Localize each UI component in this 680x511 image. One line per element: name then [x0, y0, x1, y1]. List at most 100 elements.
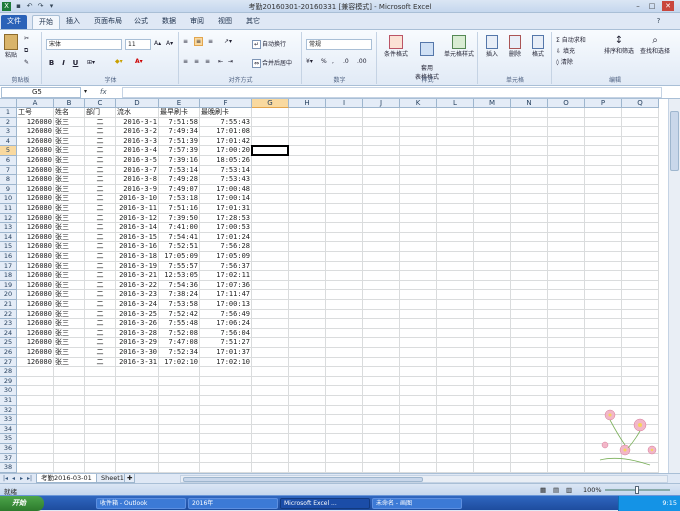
cell-a33[interactable]	[17, 415, 54, 425]
cell-d38[interactable]	[116, 463, 159, 473]
cell-f33[interactable]	[200, 415, 252, 425]
cell-h24[interactable]	[289, 329, 326, 339]
cell-b26[interactable]: 张三	[54, 348, 85, 358]
cell-i16[interactable]	[326, 252, 363, 262]
cell-h3[interactable]	[289, 127, 326, 137]
cell-b2[interactable]: 张三	[54, 118, 85, 128]
cell-a1[interactable]: 工号	[17, 108, 54, 118]
cell-j25[interactable]	[363, 338, 400, 348]
cell-b38[interactable]	[54, 463, 85, 473]
cell-f10[interactable]: 17:00:14	[200, 194, 252, 204]
cell-h5[interactable]	[289, 146, 326, 156]
cell-j12[interactable]	[363, 214, 400, 224]
cell-b28[interactable]	[54, 367, 85, 377]
cell-l16[interactable]	[437, 252, 474, 262]
cell-j35[interactable]	[363, 434, 400, 444]
cell-h30[interactable]	[289, 386, 326, 396]
cell-a38[interactable]	[17, 463, 54, 473]
cell-e25[interactable]: 7:47:08	[159, 338, 200, 348]
cell-p9[interactable]	[585, 185, 622, 195]
cell-j16[interactable]	[363, 252, 400, 262]
cell-n4[interactable]	[511, 137, 548, 147]
cell-o12[interactable]	[548, 214, 585, 224]
cell-g9[interactable]	[252, 185, 289, 195]
taskbar-folder[interactable]: 2016年	[188, 498, 278, 509]
cell-k29[interactable]	[400, 377, 437, 387]
cell-f37[interactable]	[200, 454, 252, 464]
row-header-32[interactable]: 32	[0, 406, 17, 416]
cell-n7[interactable]	[511, 166, 548, 176]
cell-a35[interactable]	[17, 434, 54, 444]
cell-k14[interactable]	[400, 233, 437, 243]
underline-button[interactable]: U	[70, 58, 81, 68]
cell-l25[interactable]	[437, 338, 474, 348]
formula-input[interactable]	[122, 87, 662, 98]
cell-q12[interactable]	[622, 214, 659, 224]
cell-f23[interactable]: 17:06:24	[200, 319, 252, 329]
cell-a20[interactable]: 126080	[17, 290, 54, 300]
cell-p18[interactable]	[585, 271, 622, 281]
cell-h29[interactable]	[289, 377, 326, 387]
cell-f18[interactable]: 17:02:11	[200, 271, 252, 281]
cell-g17[interactable]	[252, 262, 289, 272]
row-header-21[interactable]: 21	[0, 300, 17, 310]
column-header-i[interactable]: I	[326, 99, 363, 108]
cell-j1[interactable]	[363, 108, 400, 118]
cell-j2[interactable]	[363, 118, 400, 128]
cell-n23[interactable]	[511, 319, 548, 329]
cell-n13[interactable]	[511, 223, 548, 233]
cell-h2[interactable]	[289, 118, 326, 128]
cell-o10[interactable]	[548, 194, 585, 204]
cell-d32[interactable]	[116, 406, 159, 416]
cell-g7[interactable]	[252, 166, 289, 176]
view-page-layout-icon[interactable]: ▤	[553, 486, 559, 494]
cell-e27[interactable]: 17:02:10	[159, 358, 200, 368]
row-header-17[interactable]: 17	[0, 262, 17, 272]
cell-g6[interactable]	[252, 156, 289, 166]
zoom-level[interactable]: 100%	[583, 486, 602, 494]
cell-m35[interactable]	[474, 434, 511, 444]
cell-d9[interactable]: 2016-3-9	[116, 185, 159, 195]
cell-h1[interactable]	[289, 108, 326, 118]
currency-icon[interactable]: ¥▾	[306, 58, 313, 65]
select-all-corner[interactable]	[0, 99, 17, 108]
shrink-font-icon[interactable]: A▾	[166, 40, 173, 47]
cell-k1[interactable]	[400, 108, 437, 118]
cell-k10[interactable]	[400, 194, 437, 204]
cell-o33[interactable]	[548, 415, 585, 425]
row-header-16[interactable]: 16	[0, 252, 17, 262]
cell-j13[interactable]	[363, 223, 400, 233]
bold-button[interactable]: B	[46, 58, 57, 68]
cell-g15[interactable]	[252, 242, 289, 252]
cell-q4[interactable]	[622, 137, 659, 147]
cell-c8[interactable]: 二	[85, 175, 116, 185]
border-icon[interactable]: ⊞▾	[87, 59, 95, 66]
cell-k17[interactable]	[400, 262, 437, 272]
cell-d1[interactable]: 流水	[116, 108, 159, 118]
cell-j9[interactable]	[363, 185, 400, 195]
cell-c27[interactable]: 二	[85, 358, 116, 368]
cell-c10[interactable]: 二	[85, 194, 116, 204]
cell-q6[interactable]	[622, 156, 659, 166]
cell-p30[interactable]	[585, 386, 622, 396]
cell-e24[interactable]: 7:52:08	[159, 329, 200, 339]
name-box[interactable]: G5	[1, 87, 81, 98]
cell-j26[interactable]	[363, 348, 400, 358]
cell-f36[interactable]	[200, 444, 252, 454]
cell-e9[interactable]: 7:49:07	[159, 185, 200, 195]
cell-b6[interactable]: 张三	[54, 156, 85, 166]
cell-q27[interactable]	[622, 358, 659, 368]
cell-n15[interactable]	[511, 242, 548, 252]
cell-g30[interactable]	[252, 386, 289, 396]
cell-e35[interactable]	[159, 434, 200, 444]
cell-m18[interactable]	[474, 271, 511, 281]
cell-l17[interactable]	[437, 262, 474, 272]
row-header-4[interactable]: 4	[0, 137, 17, 147]
column-header-d[interactable]: D	[116, 99, 159, 108]
cell-l36[interactable]	[437, 444, 474, 454]
align-right-icon[interactable]: ≡	[205, 58, 210, 65]
cell-d34[interactable]	[116, 425, 159, 435]
cell-n27[interactable]	[511, 358, 548, 368]
cell-d15[interactable]: 2016-3-16	[116, 242, 159, 252]
row-header-7[interactable]: 7	[0, 166, 17, 176]
